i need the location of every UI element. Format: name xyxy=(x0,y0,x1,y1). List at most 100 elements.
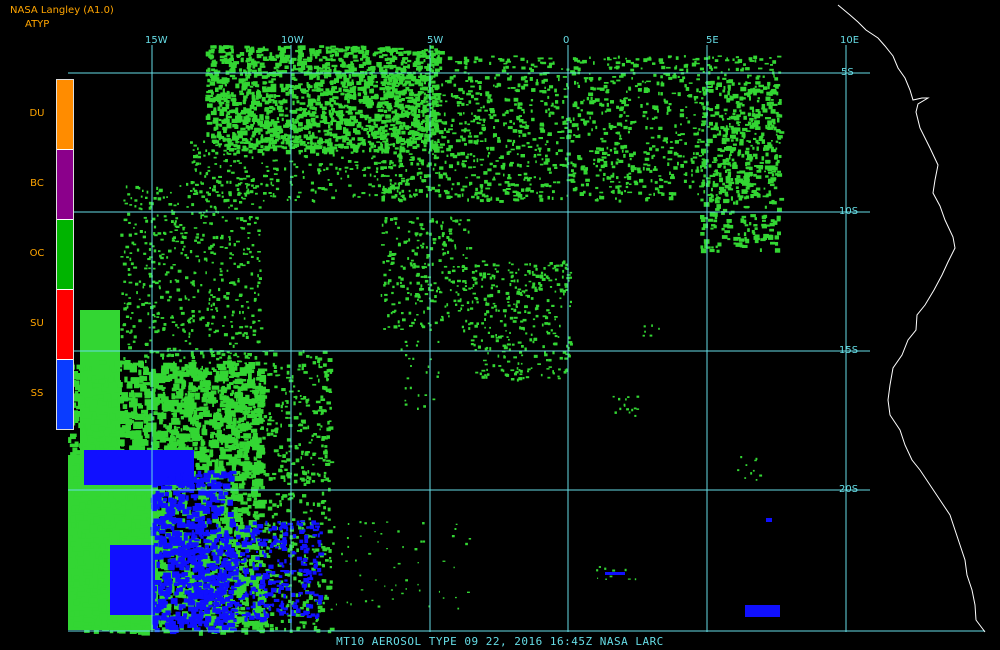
oc-pixel xyxy=(777,117,780,123)
oc-pixel xyxy=(219,246,224,248)
oc-pixel xyxy=(192,296,196,299)
oc-pixel xyxy=(543,267,546,270)
oc-pixel xyxy=(320,425,323,428)
oc-pixel xyxy=(539,73,543,76)
oc-pixel xyxy=(434,140,436,144)
oc-pixel xyxy=(127,212,131,216)
oc-pixel xyxy=(338,168,342,171)
oc-pixel xyxy=(385,231,388,234)
oc-pixel xyxy=(128,297,131,299)
oc-pixel xyxy=(222,88,225,93)
oc-pixel xyxy=(247,232,251,234)
oc-pixel xyxy=(765,160,771,163)
oc-pixel xyxy=(221,195,224,198)
oc-pixel xyxy=(270,83,277,89)
oc-pixel xyxy=(493,274,496,278)
oc-pixel xyxy=(213,156,217,159)
oc-pixel xyxy=(363,128,367,132)
oc-pixel xyxy=(595,174,600,177)
oc-pixel xyxy=(694,145,700,148)
oc-pixel xyxy=(187,319,191,322)
oc-pixel xyxy=(247,223,251,226)
oc-pixel xyxy=(351,79,354,83)
oc-pixel xyxy=(408,189,411,193)
oc-pixel xyxy=(757,97,760,100)
aerosol-map xyxy=(68,4,986,636)
oc-pixel xyxy=(382,174,386,177)
oc-pixel xyxy=(302,176,305,179)
oc-pixel xyxy=(258,277,262,280)
oc-pixel xyxy=(457,279,461,283)
oc-pixel xyxy=(502,309,507,313)
oc-pixel xyxy=(441,248,444,251)
oc-pixel xyxy=(211,149,215,152)
oc-pixel xyxy=(237,193,240,196)
oc-pixel xyxy=(520,154,525,158)
oc-pixel xyxy=(642,334,645,337)
oc-pixel xyxy=(273,352,278,357)
oc-pixel xyxy=(516,300,520,304)
oc-pixel xyxy=(777,114,783,118)
oc-pixel xyxy=(725,130,728,135)
oc-pixel xyxy=(252,320,256,324)
oc-pixel xyxy=(540,271,544,275)
oc-pixel xyxy=(408,153,413,155)
oc-pixel xyxy=(317,141,322,143)
oc-pixel xyxy=(685,63,689,66)
oc-pixel xyxy=(351,137,355,141)
oc-pixel xyxy=(630,166,633,171)
oc-pixel xyxy=(233,62,237,66)
oc-pixel xyxy=(257,281,261,285)
oc-pixel xyxy=(412,138,415,142)
oc-pixel xyxy=(773,122,776,125)
oc-pixel xyxy=(740,97,746,100)
oc-pixel xyxy=(343,61,346,65)
oc-pixel xyxy=(739,178,743,182)
oc-pixel xyxy=(719,177,723,183)
oc-pixel xyxy=(193,155,197,159)
oc-pixel xyxy=(550,104,553,107)
oc-pixel xyxy=(396,142,400,144)
oc-pixel xyxy=(181,235,184,239)
oc-pixel xyxy=(504,181,510,184)
oc-pixel xyxy=(384,298,388,301)
oc-pixel xyxy=(707,138,713,144)
oc-pixel xyxy=(230,230,234,233)
oc-pixel xyxy=(221,191,224,194)
oc-pixel xyxy=(589,101,595,105)
oc-pixel xyxy=(200,367,202,371)
oc-pixel xyxy=(252,406,256,409)
oc-pixel xyxy=(157,311,160,315)
oc-pixel xyxy=(776,215,781,221)
oc-pixel xyxy=(406,287,409,291)
oc-pixel xyxy=(569,119,572,124)
oc-pixel xyxy=(261,162,263,164)
oc-pixel xyxy=(700,165,702,169)
oc-pixel xyxy=(419,223,424,227)
oc-pixel xyxy=(521,188,525,192)
oc-pixel xyxy=(572,187,577,192)
oc-pixel xyxy=(242,311,244,314)
oc-pixel xyxy=(755,139,759,144)
oc-pixel xyxy=(436,289,438,293)
oc-pixel xyxy=(331,86,337,90)
oc-pixel xyxy=(489,293,494,298)
oc-pixel xyxy=(213,117,219,121)
oc-pixel xyxy=(468,90,473,93)
oc-pixel xyxy=(243,155,248,158)
oc-pixel xyxy=(712,161,717,163)
oc-pixel xyxy=(531,88,536,92)
oc-pixel xyxy=(406,126,412,129)
oc-pixel xyxy=(144,242,148,245)
oc-pixel xyxy=(679,79,684,83)
oc-pixel xyxy=(246,189,249,193)
oc-pixel xyxy=(726,168,731,172)
oc-pixel xyxy=(167,299,171,302)
oc-pixel xyxy=(253,299,257,302)
oc-pixel xyxy=(481,369,486,372)
oc-pixel xyxy=(200,284,203,287)
oc-pixel xyxy=(765,147,769,151)
oc-pixel xyxy=(434,163,437,167)
oc-pixel xyxy=(514,286,517,289)
oc-pixel xyxy=(553,105,557,108)
